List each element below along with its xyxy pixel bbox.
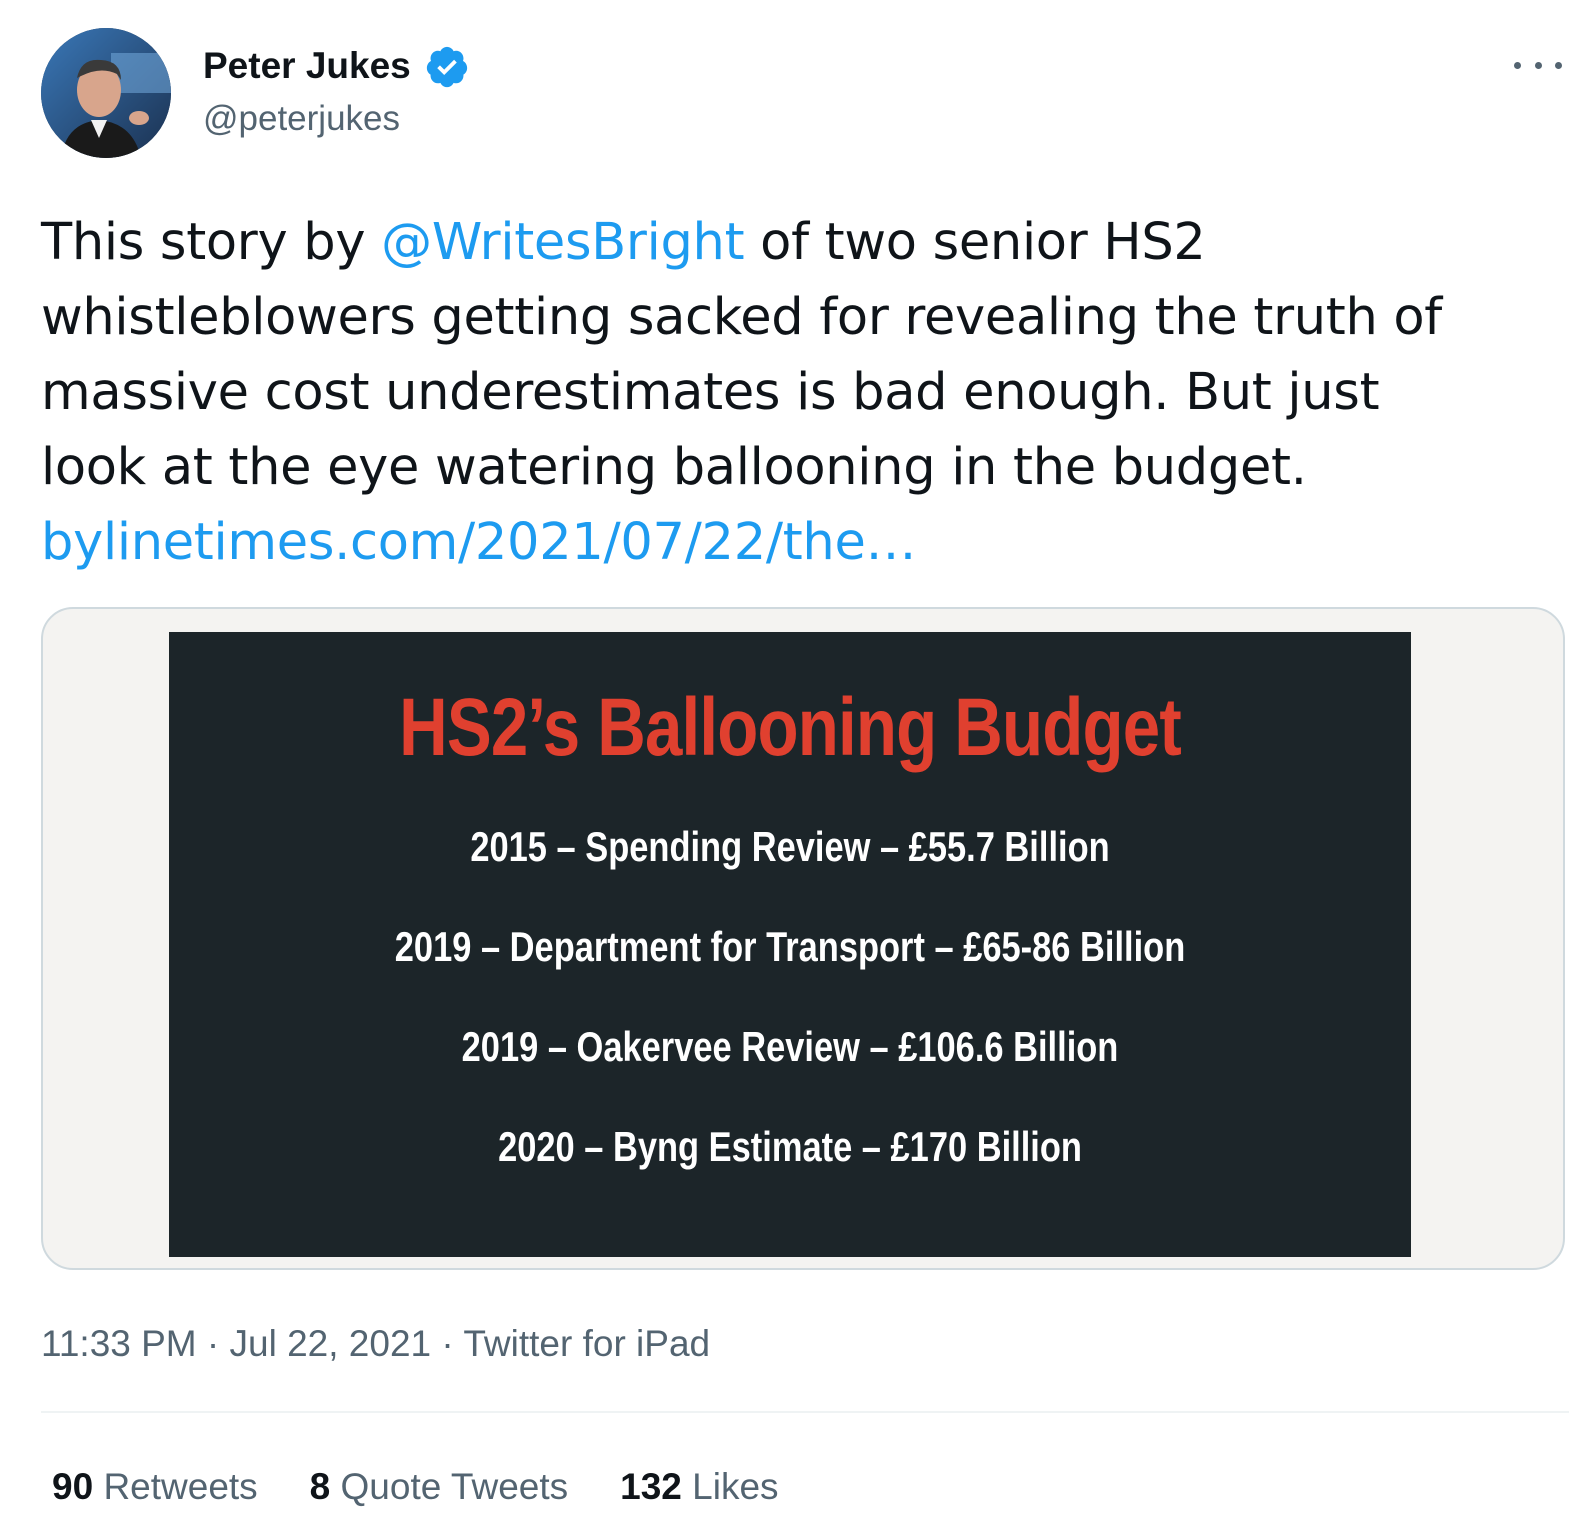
tweet-time[interactable]: 11:33 PM (41, 1323, 197, 1364)
mention-link[interactable]: @WritesBright (381, 213, 744, 272)
tweet-line: This story by @WritesBright of two senio… (41, 205, 1561, 280)
media-title: HS2’s Ballooning Budget (399, 682, 1182, 773)
tweet-line: massive cost underestimates is bad enoug… (41, 363, 1380, 422)
author-handle[interactable]: @peterjukes (203, 96, 400, 142)
tweet-text-segment: This story by (41, 213, 382, 272)
quote-tweets-label: Quote Tweets (340, 1466, 569, 1507)
avatar[interactable] (41, 28, 171, 158)
media-row: 2019 – Department for Transport – £65-86… (394, 923, 1186, 970)
engagement-stats: 90 Retweets 8 Quote Tweets 132 Likes (52, 1463, 831, 1511)
media-row: 2019 – Oakervee Review – £106.6 Billion (461, 1023, 1119, 1070)
media-row: 2015 – Spending Review – £55.7 Billion (470, 823, 1110, 870)
likes-count: 132 (620, 1466, 682, 1507)
retweets-stat[interactable]: 90 Retweets (52, 1463, 258, 1511)
tweet: Peter Jukes @peterjukes This story by @W… (0, 0, 1569, 1530)
quote-tweets-count: 8 (309, 1466, 331, 1507)
media-image: HS2’s Ballooning Budget 2015 – Spending … (169, 632, 1411, 1257)
tweet-line: look at the eye watering ballooning in t… (41, 438, 1307, 497)
tweet-meta: 11:33 PM · Jul 22, 2021 · Twitter for iP… (41, 1320, 710, 1368)
quote-tweets-stat[interactable]: 8 Quote Tweets (310, 1463, 568, 1511)
media-row: 2020 – Byng Estimate – £170 Billion (498, 1123, 1082, 1170)
meta-separator: · (196, 1323, 230, 1364)
divider (41, 1411, 1569, 1413)
tweet-text: This story by @WritesBright of two senio… (41, 205, 1561, 580)
likes-stat[interactable]: 132 Likes (620, 1463, 778, 1511)
article-link[interactable]: bylinetimes.com/2021/07/22/the… (41, 505, 1561, 580)
media-card[interactable]: HS2’s Ballooning Budget 2015 – Spending … (41, 607, 1565, 1270)
tweet-text-segment: of two senior HS2 (744, 213, 1206, 272)
verified-badge-icon (426, 46, 468, 88)
retweets-count: 90 (52, 1466, 94, 1507)
meta-separator: · (431, 1323, 464, 1364)
more-options-icon[interactable] (1514, 50, 1562, 80)
likes-label: Likes (692, 1466, 779, 1507)
tweet-line: whistleblowers getting sacked for reveal… (41, 288, 1442, 347)
tweet-date[interactable]: Jul 22, 2021 (230, 1323, 432, 1364)
retweets-label: Retweets (103, 1466, 258, 1507)
avatar-photo-icon (41, 28, 171, 158)
author-name[interactable]: Peter Jukes (203, 42, 411, 90)
tweet-source[interactable]: Twitter for iPad (463, 1323, 710, 1364)
